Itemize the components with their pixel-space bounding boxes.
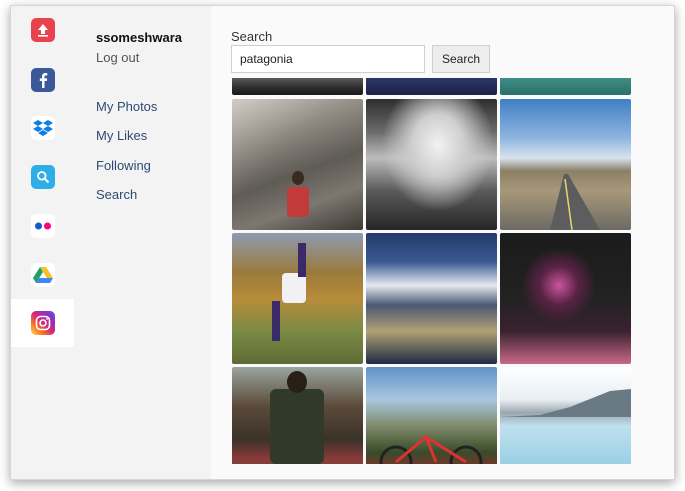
photo-thumbnail[interactable] <box>500 78 631 95</box>
photo-thumbnail[interactable] <box>366 233 497 364</box>
instagram-icon <box>30 311 55 335</box>
search-icon <box>30 165 55 189</box>
photo-thumbnail[interactable] <box>232 78 363 95</box>
photo-thumbnail[interactable] <box>366 99 497 230</box>
main-panel: Search Search <box>211 6 674 479</box>
photo-thumbnail[interactable] <box>232 367 363 464</box>
facebook-icon <box>30 68 55 92</box>
search-label: Search <box>231 29 273 44</box>
photo-thumbnail[interactable] <box>500 367 631 464</box>
photo-thumbnail[interactable] <box>500 99 631 230</box>
nav-item-my-photos[interactable]: My Photos <box>96 99 157 114</box>
app-window: ssomeshwara Log out My Photos My Likes F… <box>10 5 675 480</box>
logout-link[interactable]: Log out <box>96 50 139 65</box>
flickr-icon <box>30 214 55 238</box>
search-input[interactable] <box>231 45 425 73</box>
nav-item-search[interactable]: Search <box>96 187 137 202</box>
photo-thumbnail[interactable] <box>366 78 497 95</box>
photo-thumbnail[interactable] <box>500 233 631 364</box>
rail-item-search[interactable] <box>11 153 74 201</box>
nav-item-following[interactable]: Following <box>96 158 151 173</box>
rail-item-flickr[interactable] <box>11 202 74 250</box>
service-rail <box>11 6 74 479</box>
photo-thumbnail[interactable] <box>232 99 363 230</box>
dropbox-icon <box>30 116 55 140</box>
search-button[interactable]: Search <box>432 45 490 73</box>
photo-thumbnail[interactable] <box>232 233 363 364</box>
upload-icon <box>30 18 55 42</box>
rail-item-instagram[interactable] <box>11 299 74 347</box>
nav-column: ssomeshwara Log out My Photos My Likes F… <box>74 6 211 479</box>
rail-item-facebook[interactable] <box>11 56 74 104</box>
google-drive-icon <box>30 263 55 287</box>
username: ssomeshwara <box>96 30 182 45</box>
photo-grid <box>232 78 632 464</box>
rail-item-google-drive[interactable] <box>11 251 74 299</box>
rail-item-dropbox[interactable] <box>11 104 74 152</box>
rail-item-upload[interactable] <box>11 6 74 54</box>
nav-item-my-likes[interactable]: My Likes <box>96 128 147 143</box>
photo-thumbnail[interactable] <box>366 367 497 464</box>
